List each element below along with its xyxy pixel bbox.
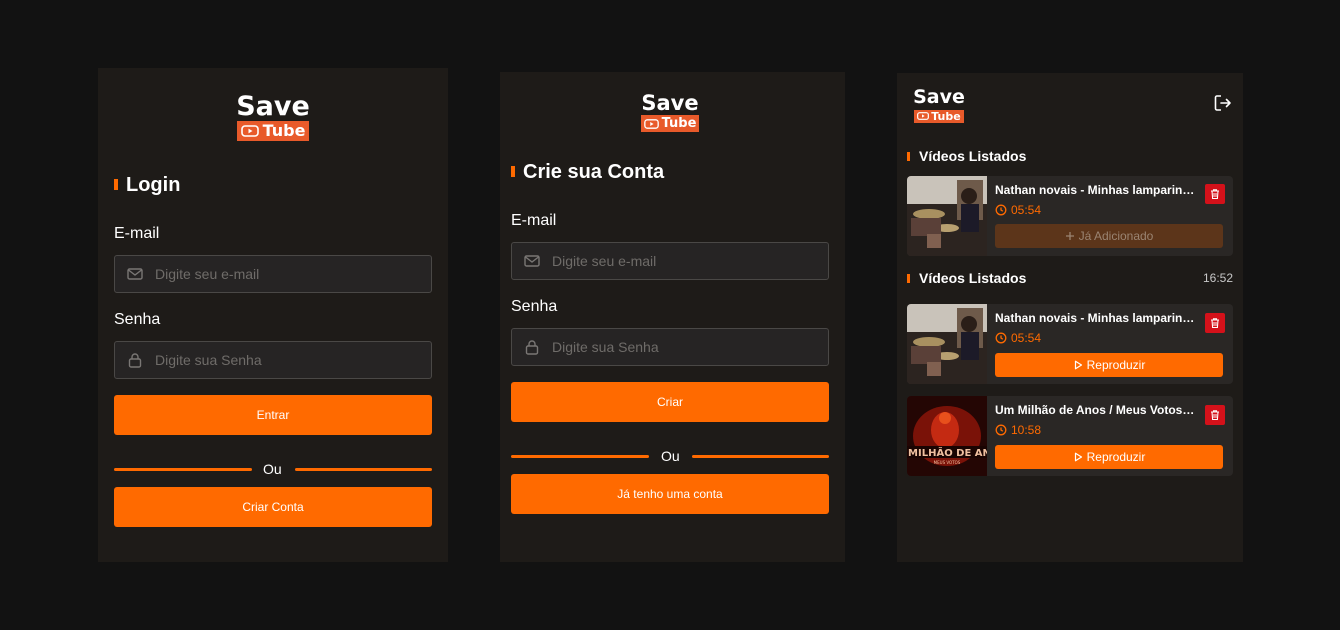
password-placeholder: Digite sua Senha xyxy=(155,352,262,368)
login-panel: Save Tube Login E-mail Digite seu e-mail… xyxy=(98,68,448,562)
delete-button[interactable] xyxy=(1205,405,1225,425)
savetube-logo: Save Tube xyxy=(233,93,313,142)
password-placeholder: Digite sua Senha xyxy=(552,339,659,355)
action-label: Já Adicionado xyxy=(1078,229,1154,243)
delete-button[interactable] xyxy=(1205,313,1225,333)
divider-line-right xyxy=(295,468,432,471)
divider-text: Ou xyxy=(263,461,282,477)
divider-line-left xyxy=(114,468,252,471)
or-divider: Ou xyxy=(114,461,432,477)
login-button[interactable]: Entrar xyxy=(114,395,432,435)
logo-tube-text: Tube xyxy=(931,109,961,123)
logo-tube-badge: Tube xyxy=(640,115,700,132)
videos-panel: Save Tube Vídeos Listados Nathan novais … xyxy=(897,73,1243,562)
trash-icon xyxy=(1211,189,1219,200)
play-button[interactable]: Reproduzir xyxy=(995,353,1223,377)
email-label: E-mail xyxy=(114,225,160,242)
video-card: Nathan novais - Minhas lamparinas... 05:… xyxy=(907,304,1233,384)
signup-panel: Save Tube Crie sua Conta E-mail Digite s… xyxy=(500,72,845,562)
password-label: Senha xyxy=(114,311,161,328)
already-added-button[interactable]: Já Adicionado xyxy=(995,224,1223,248)
play-button[interactable]: Reproduzir xyxy=(995,445,1223,469)
play-icon xyxy=(240,125,259,137)
video-thumbnail xyxy=(907,304,987,384)
video-thumbnail xyxy=(907,176,987,256)
email-placeholder: Digite seu e-mail xyxy=(155,266,260,282)
play-icon xyxy=(643,118,659,129)
lock-icon xyxy=(128,353,142,368)
divider-line-left xyxy=(511,455,649,458)
section-title-listed-2: Vídeos Listados xyxy=(907,270,1026,286)
video-card: M MILHÃO DE ANO MEUS VOTOS Um Milhão de … xyxy=(907,396,1233,476)
delete-button[interactable] xyxy=(1205,184,1225,204)
logo-save-text: Save xyxy=(641,91,699,115)
email-input[interactable]: Digite seu e-mail xyxy=(511,242,829,280)
video-card: Nathan novais - Minhas lamparinas... 05:… xyxy=(907,176,1233,256)
signup-title: Crie sua Conta xyxy=(511,161,664,183)
duration-text: 10:58 xyxy=(1011,423,1042,437)
logo-save-text: Save xyxy=(236,91,310,122)
logout-button[interactable] xyxy=(1213,93,1233,113)
login-title: Login xyxy=(114,174,180,196)
logout-icon xyxy=(1214,95,1231,111)
logo-tube-text: Tube xyxy=(661,116,697,131)
trash-icon xyxy=(1211,410,1219,421)
duration-text: 05:54 xyxy=(1011,203,1042,217)
trash-icon xyxy=(1211,318,1219,329)
clock-icon xyxy=(995,204,1007,216)
action-label: Reproduzir xyxy=(1086,450,1146,464)
svg-text:MEUS VOTOS: MEUS VOTOS xyxy=(934,460,961,465)
or-divider: Ou xyxy=(511,448,829,464)
video-duration: 10:58 xyxy=(995,423,1041,437)
email-input[interactable]: Digite seu e-mail xyxy=(114,255,432,293)
logo-save-text: Save xyxy=(913,86,965,108)
clock-icon xyxy=(995,424,1007,436)
plus-icon xyxy=(1065,232,1074,240)
play-icon xyxy=(1074,360,1082,370)
video-title: Um Milhão de Anos / Meus Votos - ... xyxy=(995,403,1197,417)
play-icon xyxy=(917,112,930,120)
email-label: E-mail xyxy=(511,212,557,229)
lock-icon xyxy=(525,340,539,355)
logo-tube-badge: Tube xyxy=(236,121,310,141)
mail-icon xyxy=(524,255,540,267)
divider-text: Ou xyxy=(661,448,680,464)
password-label: Senha xyxy=(511,298,558,315)
play-icon xyxy=(1074,452,1082,462)
svg-text:M MILHÃO DE ANO: M MILHÃO DE ANO xyxy=(907,446,987,459)
logo-tube-badge: Tube xyxy=(914,109,964,123)
password-input[interactable]: Digite sua Senha xyxy=(511,328,829,366)
video-title: Nathan novais - Minhas lamparinas... xyxy=(995,311,1197,325)
video-title: Nathan novais - Minhas lamparinas... xyxy=(995,183,1197,197)
section-title-listed: Vídeos Listados xyxy=(907,148,1026,164)
action-label: Reproduzir xyxy=(1086,358,1146,372)
have-account-button[interactable]: Já tenho uma conta xyxy=(511,474,829,514)
video-thumbnail: M MILHÃO DE ANO MEUS VOTOS xyxy=(907,396,987,476)
logo-tube-text: Tube xyxy=(262,121,306,140)
divider-line-right xyxy=(692,455,829,458)
duration-text: 05:54 xyxy=(1011,331,1042,345)
video-duration: 05:54 xyxy=(995,203,1041,217)
clock-icon xyxy=(995,332,1007,344)
mail-icon xyxy=(127,268,143,280)
email-placeholder: Digite seu e-mail xyxy=(552,253,657,269)
create-button[interactable]: Criar xyxy=(511,382,829,422)
savetube-logo: Save Tube xyxy=(913,88,965,125)
savetube-logo: Save Tube xyxy=(640,93,700,134)
password-input[interactable]: Digite sua Senha xyxy=(114,341,432,379)
video-duration: 05:54 xyxy=(995,331,1041,345)
create-account-button[interactable]: Criar Conta xyxy=(114,487,432,527)
clock-time: 16:52 xyxy=(1203,271,1234,285)
